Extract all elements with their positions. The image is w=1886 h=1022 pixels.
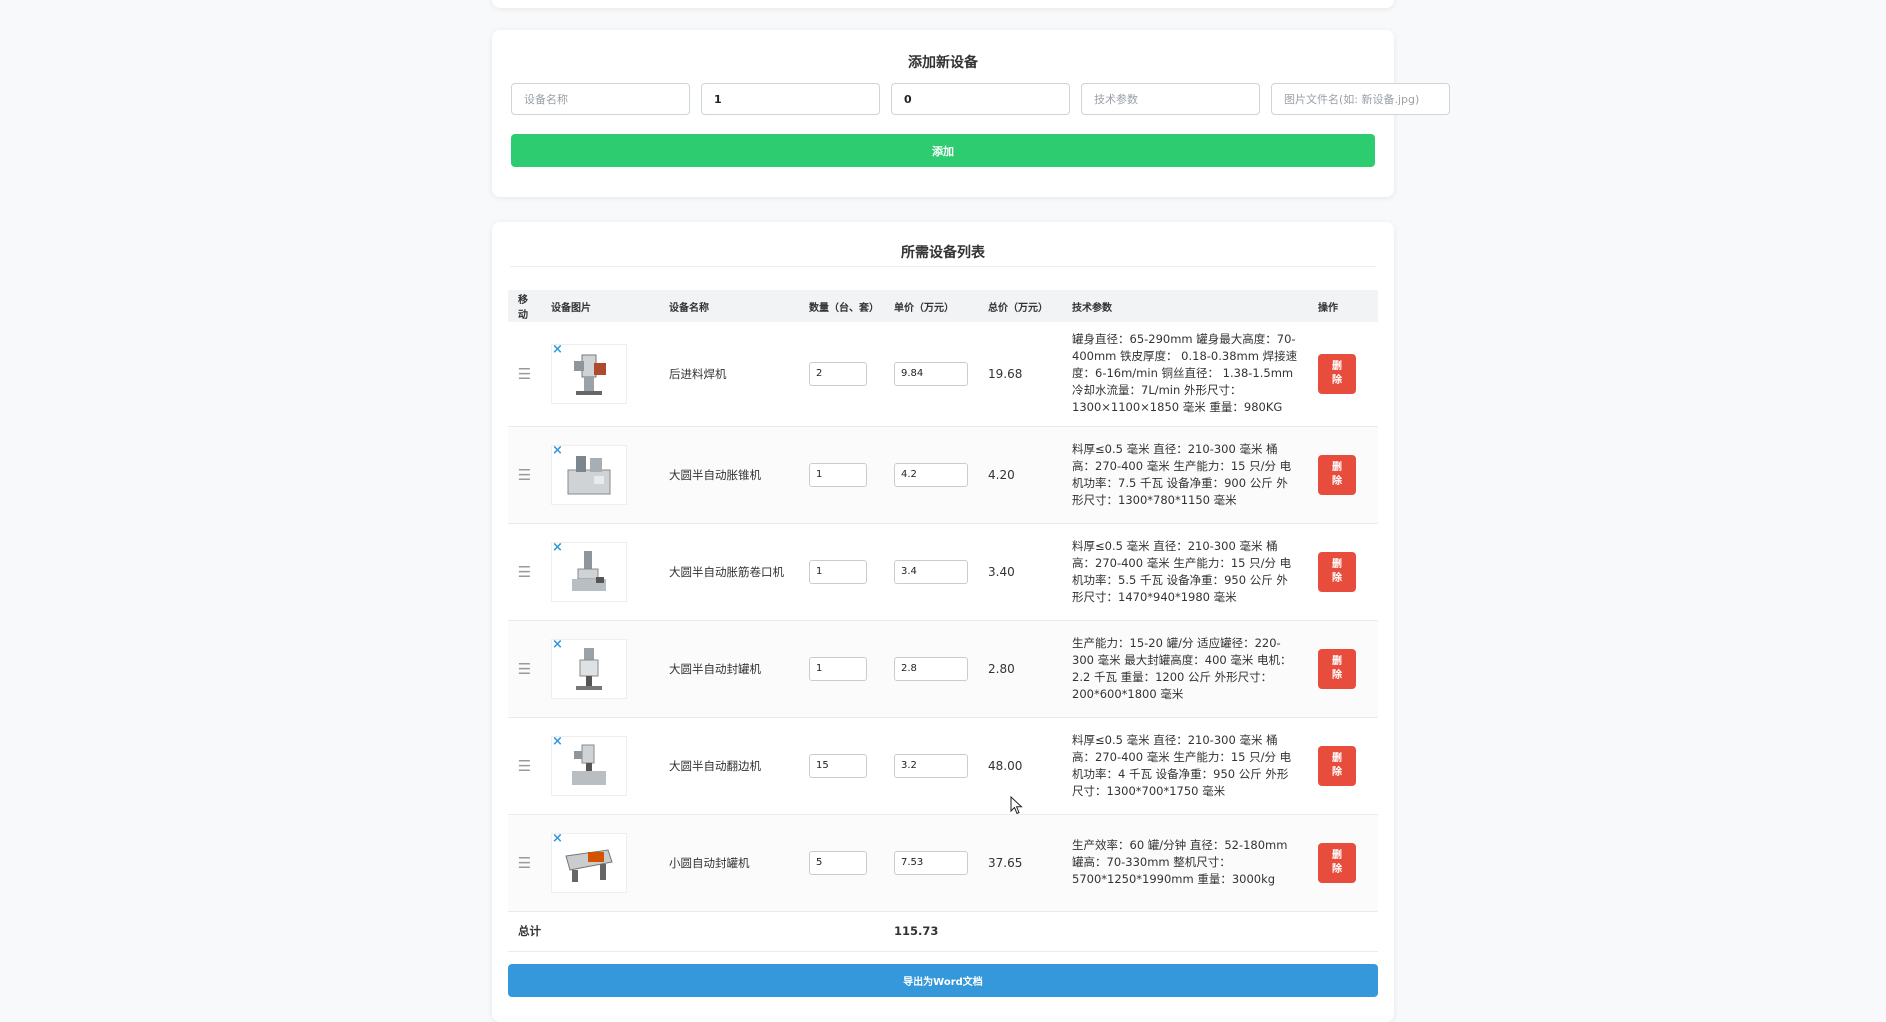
equipment-name: 大圆半自动封罐机 [669,661,761,676]
sum-row: 总计 115.73 [508,911,1378,951]
drag-handle-icon[interactable]: ☰ [508,717,541,814]
row-quantity-input[interactable] [809,656,867,681]
delete-button[interactable]: 删 除 [1318,842,1356,883]
add-equipment-card: 添加新设备 添加 [492,30,1450,197]
row-total: 2.80 [988,661,1015,676]
equipment-name-input[interactable] [511,83,690,115]
row-quantity-input[interactable] [809,753,867,778]
equipment-image: × [551,343,627,404]
header-image: 设备图片 [551,302,591,314]
table-row: ☰ × 大圆半自动翻边机 48.00 料 [508,717,1378,814]
row-spec: 料厚≤0.5 毫米 直径：210-300 毫米 桶高：270-400 毫米 生产… [1072,538,1292,604]
table-row: ☰ × 大圆半自动胀锥机 4.20 料厚 [508,426,1378,523]
sum-label: 总计 [518,924,541,938]
drag-handle-icon[interactable]: ☰ [508,620,541,717]
row-spec: 生产效率：60 罐/分钟 直径：52-180mm 罐高：70-330mm 整机尺… [1072,838,1288,886]
equipment-name: 小圆自动封罐机 [669,855,750,870]
header-op: 操作 [1318,302,1338,314]
row-price-input[interactable] [894,462,968,487]
delete-button[interactable]: 删 除 [1318,454,1356,495]
equipment-image: × [551,638,627,699]
row-price-input[interactable] [894,656,968,681]
drag-handle-icon[interactable]: ☰ [508,523,541,620]
remove-image-icon[interactable]: × [552,638,563,651]
table-row: ☰ × 大圆半自动胀筋卷口机 3.40 [508,523,1378,620]
small-sealing-machine-image [565,848,613,882]
header-move: 移动 [518,295,528,321]
delete-button[interactable]: 删 除 [1318,745,1356,786]
table-row: ☰ × 后进料焊机 19. [508,322,1378,426]
equipment-name: 大圆半自动胀锥机 [669,467,761,482]
equipment-list-card: 所需设备列表 移动 设备图片 设备名称 数量（台、套） 单价（万元） 总价（万元… [492,222,1394,1022]
add-form-title: 添加新设备 [908,55,978,71]
export-word-button[interactable]: 导出为Word文档 [508,964,1378,997]
row-price-input[interactable] [894,361,968,386]
image-filename-input[interactable] [1271,83,1450,115]
drag-handle-icon[interactable]: ☰ [508,814,541,911]
header-total: 总价（万元） [988,302,1048,314]
row-spec: 罐身直径：65-290mm 罐身最大高度：70-400mm 铁皮厚度： 0.18… [1072,332,1298,415]
header-qty: 数量（台、套） [809,302,879,314]
expanding-machine-image [567,455,611,494]
row-quantity-input[interactable] [809,850,867,875]
equipment-image: × [551,444,627,505]
add-form-row [511,83,1450,115]
row-spec: 生产能力：15-20 罐/分 适应罐径：220-300 毫米 最大封罐高度：40… [1072,635,1292,701]
price-input[interactable] [891,83,1070,115]
remove-image-icon[interactable]: × [552,735,563,748]
equipment-name: 大圆半自动翻边机 [669,758,761,773]
title-divider [510,266,1376,267]
row-quantity-input[interactable] [809,559,867,584]
header-price: 单价（万元） [894,302,954,314]
row-total: 3.40 [988,564,1015,579]
list-title: 所需设备列表 [901,245,985,261]
sealing-machine-image [576,647,602,690]
header-spec: 技术参数 [1072,302,1112,314]
remove-image-icon[interactable]: × [552,444,563,457]
row-price-input[interactable] [894,753,968,778]
row-spec: 料厚≤0.5 毫米 直径：210-300 毫米 桶高：270-400 毫米 生产… [1072,441,1292,507]
header-name: 设备名称 [669,302,709,314]
delete-button[interactable]: 删 除 [1318,353,1356,394]
equipment-name: 大圆半自动胀筋卷口机 [669,564,784,579]
add-button[interactable]: 添加 [511,134,1375,167]
remove-image-icon[interactable]: × [552,541,563,554]
welding-machine-image [574,354,606,395]
beading-machine-image [572,550,606,591]
row-price-input[interactable] [894,850,968,875]
remove-image-icon[interactable]: × [552,832,563,845]
row-quantity-input[interactable] [809,361,867,386]
previous-card [492,0,1394,8]
drag-handle-icon[interactable]: ☰ [508,322,541,426]
row-price-input[interactable] [894,559,968,584]
quantity-input[interactable] [701,83,880,115]
table-row: ☰ × 小圆自动封罐机 37.65 生产 [508,814,1378,911]
equipment-image: × [551,541,627,602]
row-total: 4.20 [988,467,1015,482]
table-header-row: 移动 设备图片 设备名称 数量（台、套） 单价（万元） 总价（万元） 技术参数 … [508,290,1378,322]
row-total: 37.65 [988,855,1023,870]
remove-image-icon[interactable]: × [552,343,563,356]
equipment-image: × [551,832,627,893]
equipment-name: 后进料焊机 [669,366,727,381]
mouse-cursor-icon [1010,796,1023,815]
row-spec: 料厚≤0.5 毫米 直径：210-300 毫米 桶高：270-400 毫米 生产… [1072,732,1292,798]
flanging-machine-image [572,744,606,785]
sum-value: 115.73 [894,924,939,938]
delete-button[interactable]: 删 除 [1318,648,1356,689]
equipment-table: 移动 设备图片 设备名称 数量（台、套） 单价（万元） 总价（万元） 技术参数 … [508,290,1378,952]
delete-button[interactable]: 删 除 [1318,551,1356,592]
drag-handle-icon[interactable]: ☰ [508,426,541,523]
row-total: 19.68 [988,366,1023,381]
table-row: ☰ × 大圆半自动封罐机 2.80 生产 [508,620,1378,717]
row-quantity-input[interactable] [809,462,867,487]
spec-input[interactable] [1081,83,1260,115]
equipment-image: × [551,735,627,796]
